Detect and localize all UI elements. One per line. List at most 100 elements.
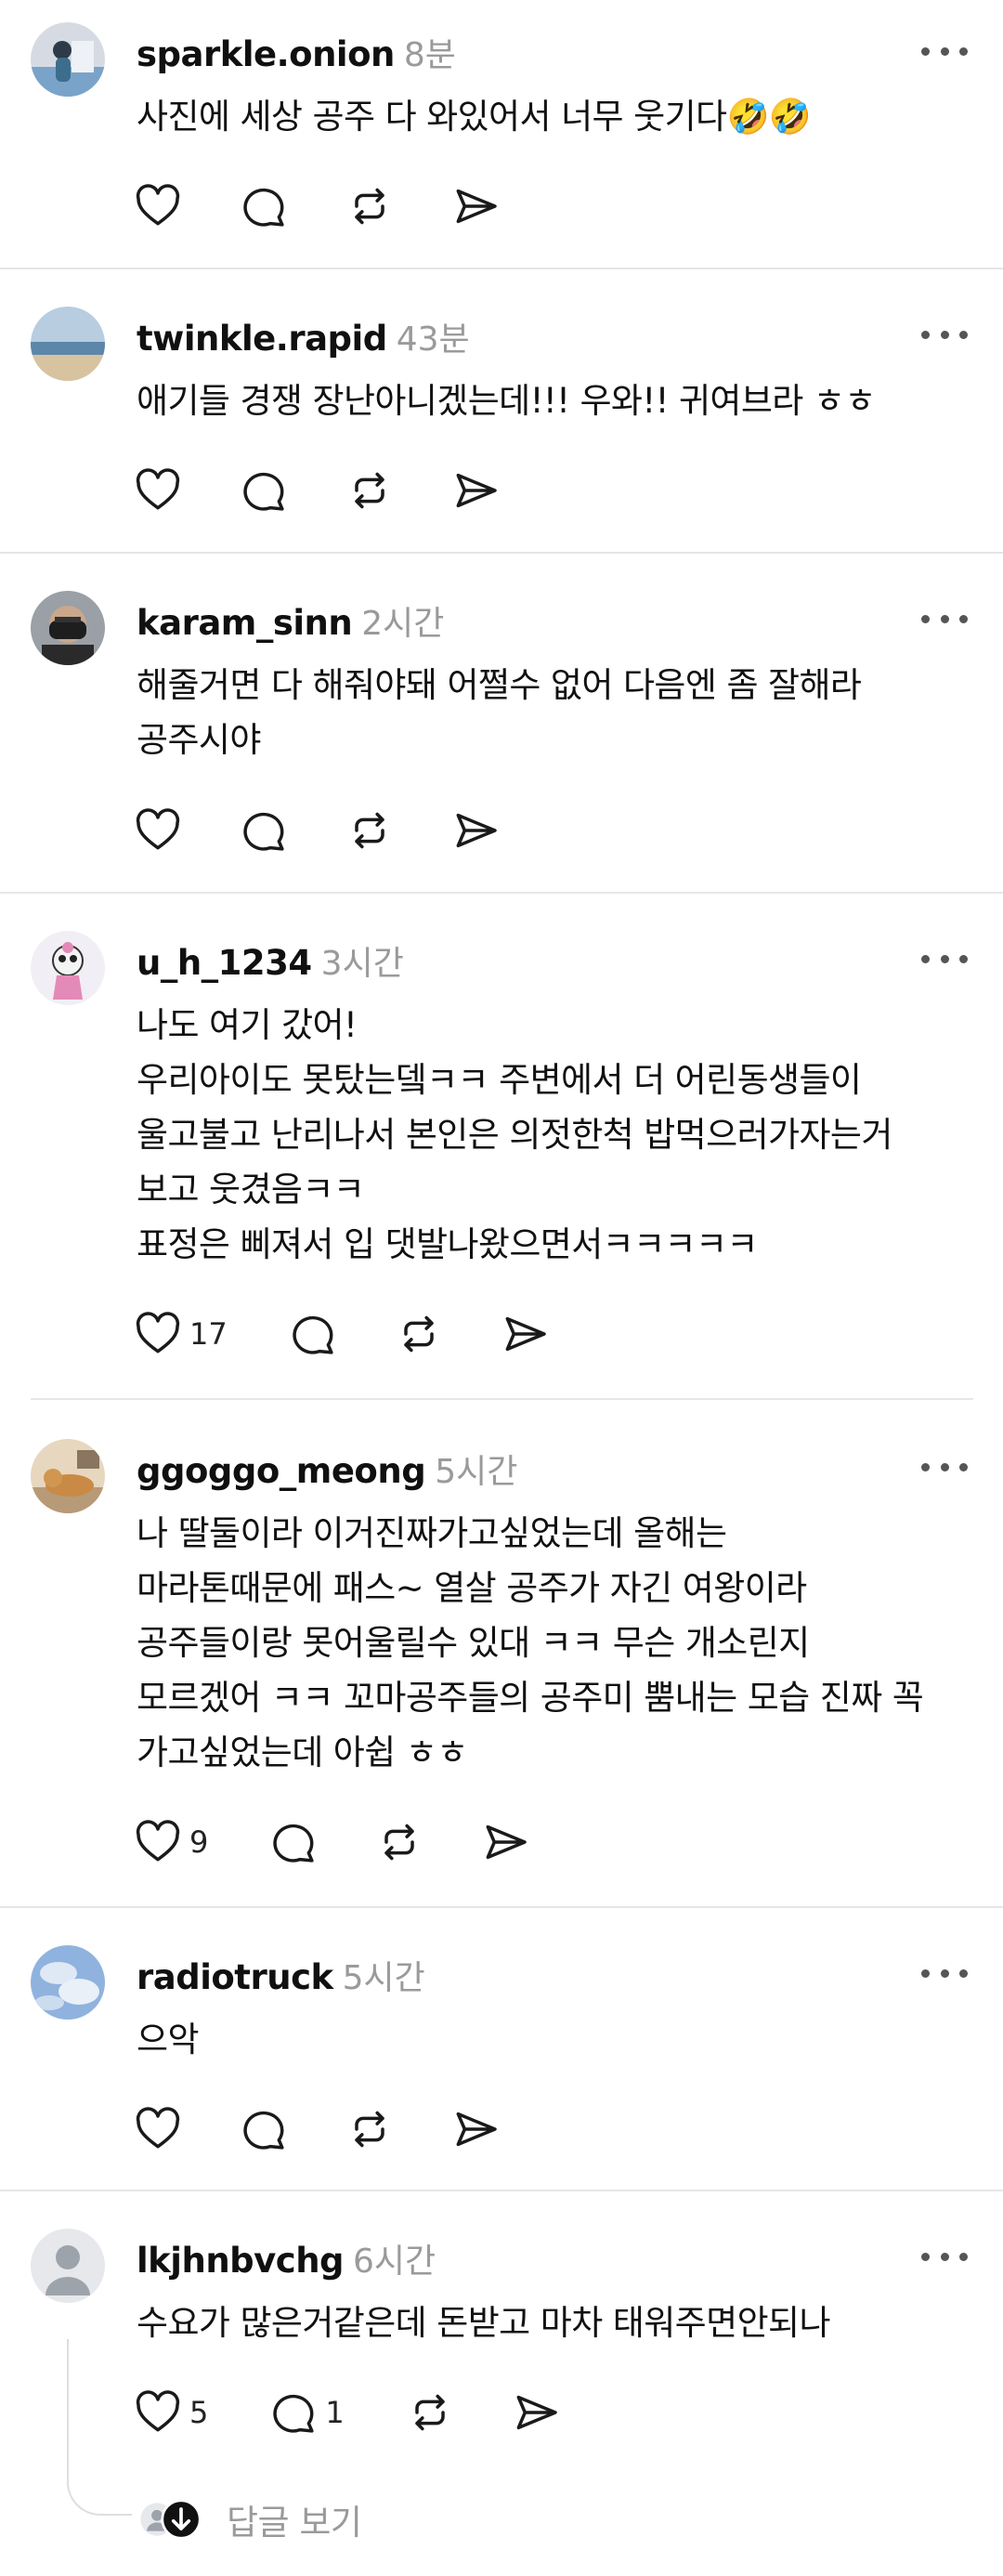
more-options-icon[interactable] xyxy=(921,320,968,348)
heart-icon xyxy=(136,2107,180,2149)
more-options-icon[interactable] xyxy=(921,2243,968,2270)
share-button[interactable] xyxy=(449,2099,502,2159)
arrow-down-icon xyxy=(161,2499,202,2540)
send-icon xyxy=(456,813,497,848)
repost-icon xyxy=(403,1315,434,1353)
share-button[interactable] xyxy=(499,1304,551,1364)
comment-button[interactable] xyxy=(238,801,290,860)
post-text-line: 으악 xyxy=(137,2020,199,2059)
post-item: twinkle.rapid 43분 애기들 경쟁 장난아니겠는데!!! 우와!!… xyxy=(0,269,1003,554)
action-bar xyxy=(132,177,555,236)
avatar[interactable] xyxy=(31,307,105,381)
post-text-line: 애기들 경쟁 장난아니겠는데!!! 우와!! 귀여브라 ㅎㅎ xyxy=(137,381,876,421)
reply-avatars xyxy=(130,2496,204,2543)
repost-icon xyxy=(355,188,384,225)
repost-icon xyxy=(355,2111,384,2148)
username[interactable]: twinkle.rapid xyxy=(137,319,387,359)
repost-button[interactable] xyxy=(344,177,396,236)
action-bar xyxy=(132,801,555,860)
repost-button[interactable] xyxy=(393,1304,445,1364)
post-text-line: 울고불고 난리나서 본인은 의젓한척 밥먹으러가자는거 xyxy=(137,1115,892,1155)
send-icon xyxy=(456,473,497,508)
like-button[interactable]: 17 xyxy=(132,1304,233,1364)
like-button[interactable]: 9 xyxy=(132,1812,214,1872)
like-button[interactable] xyxy=(132,801,184,860)
like-button[interactable]: 5 xyxy=(132,2383,214,2442)
comment-button[interactable] xyxy=(267,1812,319,1872)
avatar[interactable] xyxy=(31,1945,105,2020)
timestamp: 2시간 xyxy=(361,605,445,643)
share-button[interactable] xyxy=(510,2383,562,2442)
post-text-line: 표정은 삐져서 입 댓발나왔으면서ㅋㅋㅋㅋㅋ xyxy=(137,1224,758,1264)
comment-icon xyxy=(243,2111,284,2150)
post-text: 나 딸둘이라 이거진짜가고싶었는데 올해는 마라톤때문에 패스~ 열살 공주가 … xyxy=(137,1506,982,1780)
timestamp: 8분 xyxy=(403,36,456,74)
more-options-icon[interactable] xyxy=(921,1959,968,1987)
post-header: u_h_1234 3시간 xyxy=(137,936,404,983)
send-icon xyxy=(456,2112,497,2147)
post-text: 수요가 많은거같은데 돈받고 마차 태워주면안되나 xyxy=(137,2295,982,2350)
comment-icon xyxy=(243,472,284,511)
post-header: twinkle.rapid 43분 xyxy=(137,312,470,359)
post-text-line: 공주시야 xyxy=(137,720,261,760)
more-options-icon[interactable] xyxy=(921,1453,968,1481)
action-bar: 9 xyxy=(132,1812,585,1872)
username[interactable]: karam_sinn xyxy=(137,603,353,643)
avatar[interactable] xyxy=(31,1439,105,1513)
comment-button[interactable]: 1 xyxy=(267,2383,349,2442)
heart-icon xyxy=(136,1820,180,1862)
timestamp: 6시간 xyxy=(353,2243,436,2281)
username[interactable]: radiotruck xyxy=(137,1957,333,1997)
share-button[interactable] xyxy=(449,801,502,860)
view-replies-button[interactable]: 답글 보기 xyxy=(130,2491,362,2547)
action-bar: 17 xyxy=(132,1304,605,1364)
username[interactable]: ggoggo_meong xyxy=(137,1451,426,1491)
post-text: 나도 여기 갔어! 우리아이도 못탔는뎈ㅋㅋ 주변에서 더 어린동생들이 울고불… xyxy=(137,998,982,1272)
action-bar xyxy=(132,461,555,520)
repost-button[interactable] xyxy=(344,461,396,520)
avatar[interactable] xyxy=(31,591,105,665)
post-text-line: 우리아이도 못탔는뎈ㅋㅋ 주변에서 더 어린동생들이 xyxy=(137,1060,862,1100)
post-text-line: 마라톤때문에 패스~ 열살 공주가 자긴 여왕이라 xyxy=(137,1568,807,1608)
comment-icon xyxy=(243,188,284,227)
post-item: ggoggo_meong 5시간 나 딸둘이라 이거진짜가고싶었는데 올해는 마… xyxy=(0,1400,1003,1907)
share-button[interactable] xyxy=(449,461,502,520)
post-text-line: 사진에 세상 공주 다 와있어서 너무 웃기다🤣🤣 xyxy=(137,97,812,137)
username[interactable]: u_h_1234 xyxy=(137,943,312,983)
comment-button[interactable] xyxy=(238,2099,290,2159)
post-text: 으악 xyxy=(137,2012,982,2067)
repost-button[interactable] xyxy=(404,2383,456,2442)
repost-button[interactable] xyxy=(344,801,396,860)
post-header: sparkle.onion 8분 xyxy=(137,28,456,74)
share-button[interactable] xyxy=(479,1812,531,1872)
heart-icon xyxy=(136,808,180,850)
repost-button[interactable] xyxy=(373,1812,425,1872)
like-button[interactable] xyxy=(132,177,184,236)
share-button[interactable] xyxy=(449,177,502,236)
repost-button[interactable] xyxy=(344,2099,396,2159)
like-button[interactable] xyxy=(132,2099,184,2159)
comment-button[interactable] xyxy=(287,1304,339,1364)
more-options-icon[interactable] xyxy=(921,605,968,633)
repost-icon xyxy=(384,1824,415,1861)
avatar[interactable] xyxy=(31,931,105,1005)
timestamp: 5시간 xyxy=(435,1453,518,1491)
username[interactable]: lkjhnbvchg xyxy=(137,2241,345,2281)
more-options-icon[interactable] xyxy=(921,37,968,65)
post-item: radiotruck 5시간 으악 xyxy=(0,1908,1003,2190)
send-icon xyxy=(456,189,497,224)
avatar[interactable] xyxy=(31,2229,105,2303)
more-options-icon[interactable] xyxy=(921,945,968,973)
like-count: 17 xyxy=(189,1316,228,1352)
thread-line xyxy=(67,2339,69,2478)
post-header: karam_sinn 2시간 xyxy=(137,596,444,643)
like-button[interactable] xyxy=(132,461,184,520)
post-text: 해줄거면 다 해줘야돼 어쩔수 없어 다음엔 좀 잘해라 공주시야 xyxy=(137,658,982,767)
comment-button[interactable] xyxy=(238,461,290,520)
username[interactable]: sparkle.onion xyxy=(137,34,395,74)
post-text-line: 모르겠어 ㅋㅋ 꼬마공주들의 공주미 뿜내는 모습 진짜 꼭 xyxy=(137,1678,924,1718)
like-count: 9 xyxy=(189,1824,209,1860)
post-item: sparkle.onion 8분 사진에 세상 공주 다 와있어서 너무 웃기다… xyxy=(0,0,1003,269)
comment-button[interactable] xyxy=(238,177,290,236)
avatar[interactable] xyxy=(31,22,105,97)
